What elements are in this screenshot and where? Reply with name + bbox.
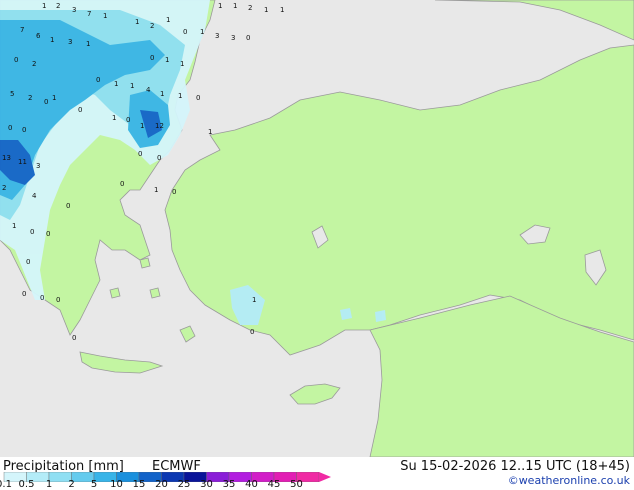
map-label: 1 bbox=[280, 6, 284, 14]
map-label: 12 bbox=[155, 122, 164, 130]
map-label: 1 bbox=[180, 60, 184, 68]
map-label: 0 bbox=[138, 150, 142, 158]
map-label: 1 bbox=[52, 94, 56, 102]
map-label: 1 bbox=[114, 80, 118, 88]
map-label: 2 bbox=[2, 184, 6, 192]
map-label: 0 bbox=[44, 98, 48, 106]
map-label: 0 bbox=[126, 116, 130, 124]
map-label: 1 bbox=[165, 56, 169, 64]
map-label: 2 bbox=[248, 4, 252, 12]
map-label: 11 bbox=[18, 158, 27, 166]
valid-time: Su 15-02-2026 12..15 UTC (18+45) bbox=[400, 459, 630, 474]
map-label: 2 bbox=[56, 2, 60, 10]
map-label: 1 bbox=[112, 114, 116, 122]
map-label: 0 bbox=[8, 124, 12, 132]
legend-tick-label: 50 bbox=[290, 479, 303, 490]
precipitation-map: 1 2 3 7 1 1 1 2 1 1 7 6 1 1 2 1 1 3 3 0 … bbox=[0, 0, 634, 457]
map-label: 0 bbox=[14, 56, 18, 64]
legend-tick-label: 0.5 bbox=[18, 479, 35, 490]
legend-tick-label: 15 bbox=[132, 479, 146, 490]
map-label: 3 bbox=[231, 34, 235, 42]
map-label: 2 bbox=[28, 94, 32, 102]
map-label: 0 bbox=[22, 126, 26, 134]
map-label: 0 bbox=[246, 34, 250, 42]
map-label: 1 bbox=[200, 28, 204, 36]
map-label: 0 bbox=[250, 328, 254, 336]
legend-tick-label: 40 bbox=[245, 479, 258, 490]
map-label: 3 bbox=[72, 6, 76, 14]
legend-tick-label: 10 bbox=[110, 479, 123, 490]
credit-link[interactable]: ©weatheronline.co.uk bbox=[508, 474, 630, 487]
legend-tick-label: 45 bbox=[267, 479, 281, 490]
map-label: 0 bbox=[96, 76, 100, 84]
map-label: 1 bbox=[178, 92, 182, 100]
map-label: 3 bbox=[36, 162, 40, 170]
map-label: 13 bbox=[2, 154, 11, 162]
map-label: 0 bbox=[26, 258, 30, 266]
map-label: 0 bbox=[120, 180, 124, 188]
map-label: 1 bbox=[140, 122, 144, 130]
map-label: 6 bbox=[36, 32, 41, 40]
map-label: 0 bbox=[157, 154, 161, 162]
map-label: 1 bbox=[130, 82, 134, 90]
map-label: 1 bbox=[154, 186, 158, 194]
map-label: 2 bbox=[32, 60, 36, 68]
legend-tick-label: 2 bbox=[68, 479, 75, 490]
map-label: 5 bbox=[10, 90, 14, 98]
map-label: 1 bbox=[50, 36, 54, 44]
map-label: 1 bbox=[103, 12, 107, 20]
map-label: 7 bbox=[87, 10, 91, 18]
map-label: 1 bbox=[264, 6, 268, 14]
map-label: 4 bbox=[146, 86, 151, 94]
map-label: 2 bbox=[150, 22, 154, 30]
map-label: 0 bbox=[183, 28, 187, 36]
map-label: 1 bbox=[208, 128, 212, 136]
legend-tick-label: 1 bbox=[45, 479, 53, 490]
map-label: 0 bbox=[72, 334, 76, 342]
map-label: 3 bbox=[215, 32, 219, 40]
map-label: 1 bbox=[135, 18, 139, 26]
map-label: 3 bbox=[68, 38, 72, 46]
map-label: 1 bbox=[233, 2, 237, 10]
map-label: 1 bbox=[42, 2, 46, 10]
map-label: 1 bbox=[252, 296, 256, 304]
legend-tick-label: 20 bbox=[155, 479, 168, 490]
map-label: 1 bbox=[12, 222, 16, 230]
legend-footer: Precipitation [mm] ECMWF Su 15-02-2026 1… bbox=[0, 457, 634, 490]
map-label: 1 bbox=[218, 2, 222, 10]
map-label: 0 bbox=[40, 294, 44, 302]
map-label: 0 bbox=[66, 202, 70, 210]
map-label: 7 bbox=[20, 26, 24, 34]
map-label: 4 bbox=[32, 192, 37, 200]
map-label: 0 bbox=[46, 230, 50, 238]
map-label: 0 bbox=[30, 228, 34, 236]
map-label: 0 bbox=[172, 188, 176, 196]
map-label: 1 bbox=[160, 90, 164, 98]
map-label: 0 bbox=[196, 94, 200, 102]
map-label: 0 bbox=[150, 54, 154, 62]
map-label: 0 bbox=[56, 296, 60, 304]
map-label: 1 bbox=[166, 16, 170, 24]
legend-tick-label: 25 bbox=[177, 479, 191, 490]
legend-tick-label: 35 bbox=[222, 479, 236, 490]
map-label: 1 bbox=[86, 40, 90, 48]
legend-tick-label: 30 bbox=[200, 479, 213, 490]
legend-tick-label: 5 bbox=[90, 479, 98, 490]
legend-tick-label: 0.1 bbox=[0, 479, 12, 490]
map-label: 0 bbox=[22, 290, 26, 298]
map-label: 0 bbox=[78, 106, 82, 114]
